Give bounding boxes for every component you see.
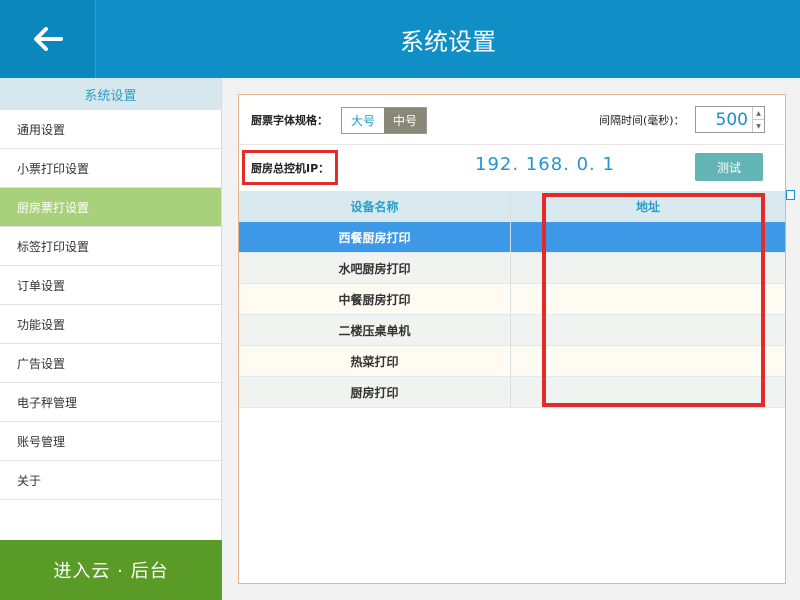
sidebar-item-scale[interactable]: 电子秤管理 bbox=[0, 383, 221, 422]
device-name-cell: 厨房打印 bbox=[239, 377, 511, 407]
address-cell[interactable] bbox=[511, 315, 785, 345]
address-cell[interactable] bbox=[511, 284, 785, 314]
header-address: 地址 bbox=[635, 199, 660, 214]
font-size-large-option[interactable]: 大号 bbox=[342, 108, 384, 133]
sidebar-item-label-print[interactable]: 标签打印设置 bbox=[0, 227, 221, 266]
font-size-medium-option[interactable]: 中号 bbox=[384, 108, 426, 133]
device-name-cell: 二楼压桌单机 bbox=[239, 315, 511, 345]
sidebar-header: 系统设置 bbox=[0, 78, 221, 110]
header-device-name: 设备名称 bbox=[239, 191, 511, 221]
device-name-cell: 热菜打印 bbox=[239, 346, 511, 376]
address-cell[interactable] bbox=[511, 377, 785, 407]
header-bar: 系统设置 bbox=[0, 0, 800, 78]
font-size-label: 厨票字体规格： bbox=[251, 114, 328, 127]
font-interval-row: 厨票字体规格： 大号 中号 间隔时间(毫秒)： 500 ▲ ▼ bbox=[239, 95, 785, 145]
printer-table: 设备名称 地址 西餐厨房打印 水吧厨房打印 中餐厨房打印 二楼压桌单机 热菜打印… bbox=[239, 191, 785, 408]
cloud-backend-button[interactable]: 进入云 · 后台 bbox=[0, 540, 222, 600]
table-row[interactable]: 西餐厨房打印 bbox=[239, 222, 785, 253]
address-cell[interactable] bbox=[511, 222, 785, 252]
chevron-down-icon[interactable]: ▼ bbox=[753, 120, 764, 132]
table-row[interactable]: 热菜打印 bbox=[239, 346, 785, 377]
sidebar-item-about[interactable]: 关于 bbox=[0, 461, 221, 500]
device-name-cell: 水吧厨房打印 bbox=[239, 253, 511, 283]
device-name-cell: 西餐厨房打印 bbox=[239, 222, 511, 252]
sidebar-item-kitchen-print[interactable]: 厨房票打设置 bbox=[0, 188, 221, 227]
resize-handle[interactable] bbox=[786, 190, 795, 200]
table-row[interactable]: 厨房打印 bbox=[239, 377, 785, 408]
table-row[interactable]: 中餐厨房打印 bbox=[239, 284, 785, 315]
device-name-cell: 中餐厨房打印 bbox=[239, 284, 511, 314]
font-size-toggle: 大号 中号 bbox=[341, 107, 427, 134]
address-cell[interactable] bbox=[511, 253, 785, 283]
ip-label-highlight: 厨房总控机IP： bbox=[242, 150, 338, 185]
table-row[interactable]: 二楼压桌单机 bbox=[239, 315, 785, 346]
ip-label: 厨房总控机IP： bbox=[251, 161, 330, 175]
sidebar-item-ads[interactable]: 广告设置 bbox=[0, 344, 221, 383]
test-button[interactable]: 测试 bbox=[695, 153, 763, 181]
ip-address-field[interactable]: 192. 168. 0. 1 bbox=[475, 154, 615, 175]
chevron-up-icon[interactable]: ▲ bbox=[753, 107, 764, 120]
sidebar: 系统设置 通用设置 小票打印设置 厨房票打设置 标签打印设置 订单设置 功能设置… bbox=[0, 78, 222, 600]
sidebar-item-function[interactable]: 功能设置 bbox=[0, 305, 221, 344]
page-title: 系统设置 bbox=[400, 27, 496, 56]
arrow-left-icon bbox=[33, 27, 63, 51]
table-header-row: 设备名称 地址 bbox=[239, 191, 785, 222]
sidebar-item-account[interactable]: 账号管理 bbox=[0, 422, 221, 461]
kitchen-print-panel: 厨票字体规格： 大号 中号 间隔时间(毫秒)： 500 ▲ ▼ 厨房总控机IP：… bbox=[238, 94, 786, 584]
table-row[interactable]: 水吧厨房打印 bbox=[239, 253, 785, 284]
back-button[interactable] bbox=[0, 0, 96, 78]
stepper-arrows: ▲ ▼ bbox=[752, 107, 764, 132]
address-cell[interactable] bbox=[511, 346, 785, 376]
ip-row: 厨房总控机IP： 192. 168. 0. 1 测试 bbox=[239, 145, 785, 191]
interval-label: 间隔时间(毫秒)： bbox=[599, 114, 685, 127]
sidebar-item-general[interactable]: 通用设置 bbox=[0, 110, 221, 149]
sidebar-item-receipt-print[interactable]: 小票打印设置 bbox=[0, 149, 221, 188]
interval-input[interactable]: 500 bbox=[696, 107, 752, 132]
sidebar-item-order[interactable]: 订单设置 bbox=[0, 266, 221, 305]
interval-stepper[interactable]: 500 ▲ ▼ bbox=[695, 106, 765, 133]
